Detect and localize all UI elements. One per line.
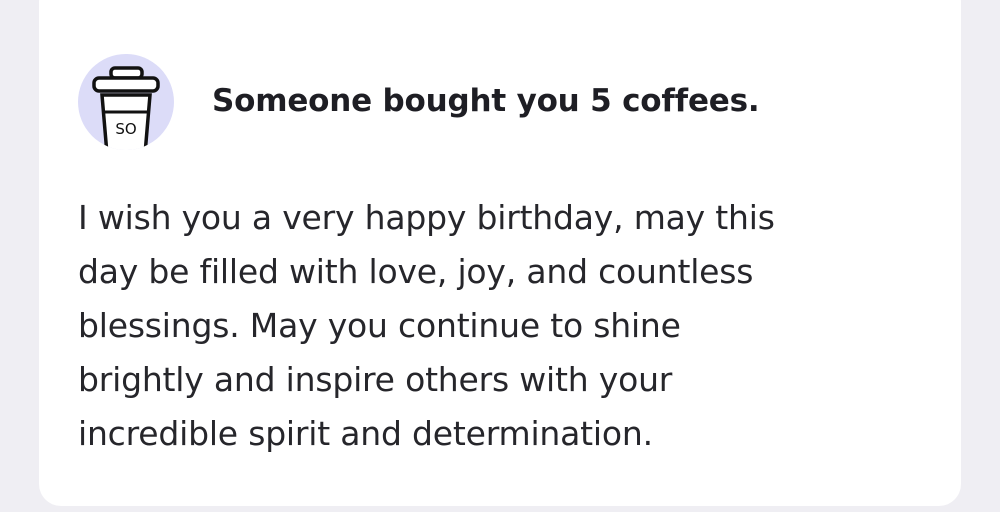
notification-message: I wish you a very happy birthday, may th…	[78, 198, 775, 453]
notification-title: Someone bought you 5 coffees.	[212, 83, 760, 119]
cup-badge-text: SO	[115, 120, 136, 138]
avatar: SO	[78, 54, 174, 150]
coffee-cup-icon: SO	[92, 66, 160, 150]
